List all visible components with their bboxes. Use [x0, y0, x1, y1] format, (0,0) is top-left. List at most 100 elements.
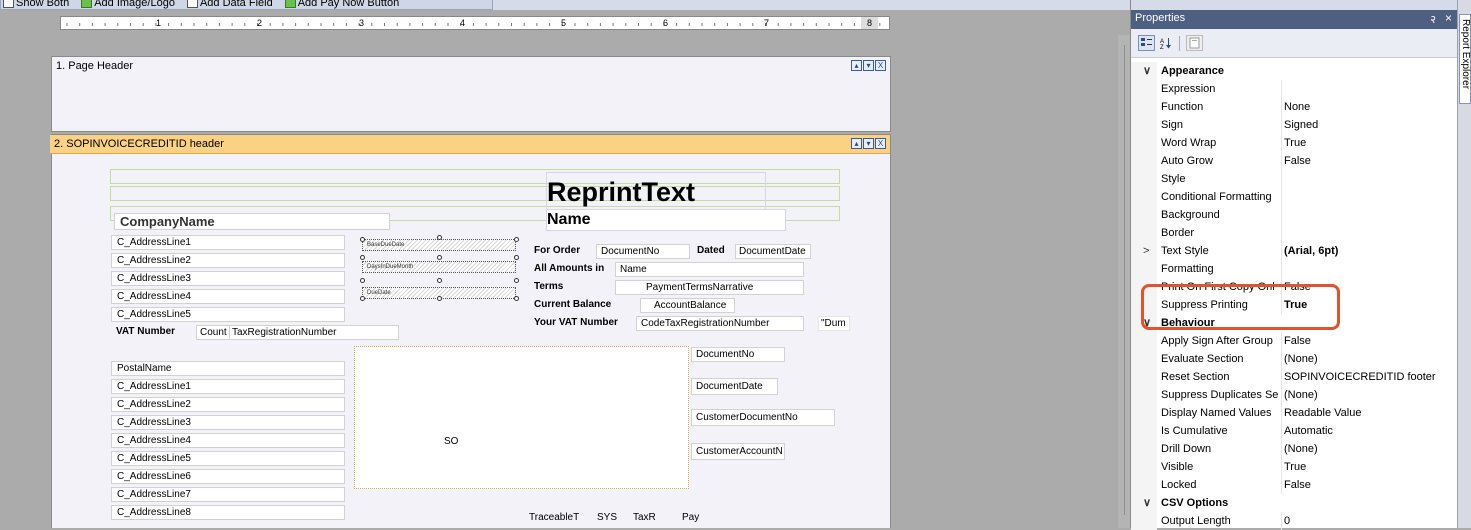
selection-handle[interactable] — [437, 278, 442, 283]
property-value[interactable]: Readable Value — [1284, 404, 1361, 422]
selection-handle[interactable] — [360, 278, 365, 283]
toolbar-add-data-field-button[interactable]: Add Data Field — [186, 0, 273, 9]
vat-country-field[interactable]: Count — [196, 325, 230, 340]
chevron-down-icon[interactable]: ∨ — [1143, 494, 1151, 512]
property-row[interactable]: Suppress Duplicates Se (None) — [1131, 386, 1458, 404]
band-expand-button[interactable]: ▴ — [851, 60, 862, 71]
property-row[interactable]: Is Cumulative Automatic — [1131, 422, 1458, 440]
property-row[interactable]: Border — [1131, 224, 1458, 242]
company-name-field[interactable]: CompanyName — [114, 213, 390, 230]
property-value[interactable]: (None) — [1284, 440, 1318, 458]
company-address-line-2[interactable]: C_AddressLine2 — [111, 253, 345, 268]
property-row[interactable]: Auto Grow False — [1131, 152, 1458, 170]
property-row[interactable]: Expression — [1131, 80, 1458, 98]
band-collapse-button[interactable]: ▾ — [863, 138, 874, 149]
right-document-date-field[interactable]: DocumentDate — [691, 378, 778, 395]
pin-icon[interactable]: २ — [1430, 12, 1436, 27]
property-row[interactable]: Apply Sign After Group False — [1131, 332, 1458, 350]
property-value[interactable]: True — [1284, 458, 1306, 476]
toolbar-add-pay-now-button[interactable]: Add Pay Now Button — [284, 0, 399, 9]
name-title-field[interactable]: Name — [546, 209, 786, 231]
postal-address-line-6[interactable]: C_AddressLine6 — [111, 469, 345, 484]
pay-field[interactable]: Pay — [682, 511, 699, 525]
close-icon[interactable]: × — [1445, 11, 1452, 25]
property-pages-icon[interactable] — [1186, 35, 1203, 51]
payment-terms-field[interactable]: PaymentTermsNarrative — [615, 280, 804, 295]
property-row[interactable]: > Text Style (Arial, 6pt) — [1131, 242, 1458, 260]
postal-address-line-3[interactable]: C_AddressLine3 — [111, 415, 345, 430]
property-row[interactable]: Reset Section SOPINVOICECREDITID footer — [1131, 368, 1458, 386]
traceable-field[interactable]: TraceableT — [529, 511, 579, 525]
dum-field[interactable]: "Dum — [818, 316, 850, 331]
base-due-date-field[interactable]: BaseDueDate — [362, 239, 516, 251]
postal-address-line-2[interactable]: C_AddressLine2 — [111, 397, 345, 412]
property-row[interactable]: Output Length 0 — [1131, 512, 1458, 530]
property-value[interactable]: (None) — [1284, 386, 1318, 404]
property-row[interactable]: Formatting — [1131, 260, 1458, 278]
so-box[interactable]: SO — [354, 346, 689, 489]
selection-handle[interactable] — [360, 237, 365, 242]
property-row[interactable]: Word Wrap True — [1131, 134, 1458, 152]
account-balance-field[interactable]: AccountBalance — [640, 298, 735, 313]
selection-handle[interactable] — [360, 255, 365, 260]
postal-address-line-1[interactable]: C_AddressLine1 — [111, 379, 345, 394]
property-row[interactable]: Function None — [1131, 98, 1458, 116]
alphabetical-icon[interactable]: AZ — [1158, 35, 1175, 51]
property-value[interactable]: None — [1284, 98, 1310, 116]
right-document-no-field[interactable]: DocumentNo — [691, 347, 785, 362]
company-address-line-1[interactable]: C_AddressLine1 — [111, 235, 345, 250]
customer-document-no-field[interactable]: CustomerDocumentNo — [691, 409, 835, 426]
band-close-button[interactable]: X — [875, 60, 886, 71]
currency-name-field[interactable]: Name — [615, 262, 804, 277]
customer-account-field[interactable]: CustomerAccountN — [691, 443, 785, 460]
selection-handle[interactable] — [437, 296, 442, 301]
document-date-field[interactable]: DocumentDate — [735, 244, 811, 259]
company-address-line-5[interactable]: C_AddressLine5 — [111, 307, 345, 322]
toolbar-show-both-button[interactable]: Show Both — [3, 0, 69, 9]
property-category[interactable]: ∨ CSV Options — [1131, 494, 1458, 512]
postal-address-line-7[interactable]: C_AddressLine7 — [111, 487, 345, 502]
property-value[interactable]: True — [1284, 134, 1306, 152]
property-value[interactable]: Signed — [1284, 116, 1318, 134]
page-header-band[interactable]: 1. Page Header ▴ ▾ X — [51, 56, 891, 132]
selection-handle[interactable] — [514, 296, 519, 301]
band-collapse-button[interactable]: ▾ — [863, 60, 874, 71]
selection-handle[interactable] — [514, 237, 519, 242]
property-row[interactable]: Evaluate Section (None) — [1131, 350, 1458, 368]
taxr-field[interactable]: TaxR — [633, 511, 656, 525]
report-explorer-tab[interactable]: Report Explorer — [1459, 14, 1471, 104]
vat-number-field[interactable]: TaxRegistrationNumber — [229, 325, 399, 340]
categorized-icon[interactable] — [1138, 35, 1155, 51]
band-expand-button[interactable]: ▴ — [851, 138, 862, 149]
property-row[interactable]: Style — [1131, 170, 1458, 188]
chevron-right-icon[interactable]: > — [1143, 242, 1149, 260]
band-close-button[interactable]: X — [875, 138, 886, 149]
property-value[interactable]: False — [1284, 332, 1311, 350]
postal-address-line-5[interactable]: C_AddressLine5 — [111, 451, 345, 466]
property-row[interactable]: Drill Down (None) — [1131, 440, 1458, 458]
document-no-field[interactable]: DocumentNo — [596, 244, 690, 259]
property-value[interactable]: Automatic — [1284, 422, 1333, 440]
property-value[interactable]: 0 — [1284, 512, 1290, 530]
selection-handle[interactable] — [514, 255, 519, 260]
days-in-due-month-field[interactable]: DaysInDueMonth — [362, 261, 516, 273]
postal-address-line-8[interactable]: C_AddressLine8 — [111, 505, 345, 520]
property-row[interactable]: Visible True — [1131, 458, 1458, 476]
sys-field[interactable]: SYS — [597, 511, 617, 525]
property-value[interactable]: (None) — [1284, 350, 1318, 368]
property-value[interactable]: SOPINVOICECREDITID footer — [1284, 368, 1436, 386]
selection-handle[interactable] — [437, 235, 442, 240]
toolbar-add-image-button[interactable]: Add Image/Logo — [81, 0, 175, 9]
code-tax-registration-field[interactable]: CodeTaxRegistrationNumber — [636, 316, 804, 331]
company-address-line-4[interactable]: C_AddressLine4 — [111, 289, 345, 304]
ruler-strip[interactable]: 1 2 3 4 5 6 7 8 — [60, 16, 890, 30]
property-row[interactable]: Conditional Formatting — [1131, 188, 1458, 206]
property-category[interactable]: ∨ Appearance — [1131, 62, 1458, 80]
property-value[interactable]: (Arial, 6pt) — [1284, 242, 1338, 260]
chevron-down-icon[interactable]: ∨ — [1143, 62, 1151, 80]
selection-handle[interactable] — [437, 255, 442, 260]
reprint-text-field[interactable]: ReprintText — [546, 172, 766, 212]
property-row[interactable]: Display Named Values Readable Value — [1131, 404, 1458, 422]
postal-name-field[interactable]: PostalName — [111, 361, 345, 376]
company-address-line-3[interactable]: C_AddressLine3 — [111, 271, 345, 286]
